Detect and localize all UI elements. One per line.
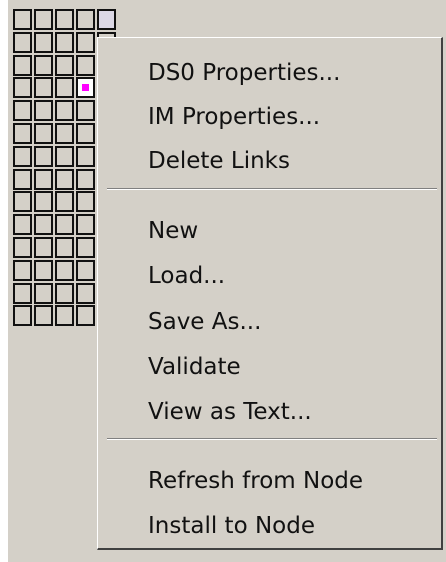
- grid-cell[interactable]: [13, 168, 32, 190]
- grid-cell[interactable]: [55, 123, 74, 144]
- menu-item-label: Delete Links: [148, 148, 290, 174]
- grid-cell[interactable]: [55, 77, 74, 99]
- grid-cell[interactable]: [55, 9, 74, 30]
- grid-cell[interactable]: [34, 77, 53, 99]
- menu-item-label: IM Properties...: [148, 104, 321, 130]
- menu-item-ds0-properties[interactable]: DS0 Properties...: [98, 50, 438, 94]
- menu-item-delete-links[interactable]: Delete Links: [98, 138, 438, 182]
- grid-cell[interactable]: [13, 77, 32, 99]
- grid-cell[interactable]: [76, 305, 95, 327]
- grid-cell[interactable]: [76, 259, 95, 281]
- menu-item-view-as-text[interactable]: View as Text...: [98, 389, 438, 433]
- grid-cell[interactable]: [55, 259, 74, 281]
- grid-cell[interactable]: [76, 237, 95, 258]
- grid-cell[interactable]: [34, 214, 53, 236]
- grid-cell[interactable]: [76, 191, 95, 213]
- grid-cell[interactable]: [55, 237, 74, 258]
- grid-cell[interactable]: [13, 100, 32, 122]
- menu-item-label: View as Text...: [148, 399, 312, 425]
- grid-cell[interactable]: [55, 145, 74, 167]
- grid-cell[interactable]: [13, 9, 32, 30]
- menu-separator: [107, 438, 437, 440]
- menu-item-save-as[interactable]: Save As...: [98, 299, 438, 343]
- menu-item-label: Save As...: [148, 309, 262, 335]
- context-menu: DS0 Properties... IM Properties... Delet…: [97, 37, 443, 550]
- grid-cell[interactable]: [55, 54, 74, 76]
- menu-item-label: Validate: [148, 354, 241, 380]
- grid-cell[interactable]: [13, 237, 32, 258]
- menu-item-label: DS0 Properties...: [148, 60, 341, 86]
- selection-marker-icon: [82, 84, 89, 92]
- grid-cell[interactable]: [34, 123, 53, 144]
- grid-cell[interactable]: [76, 9, 95, 30]
- grid-cell[interactable]: [55, 214, 74, 236]
- menu-item-load[interactable]: Load...: [98, 253, 438, 297]
- grid-cell[interactable]: [76, 282, 95, 304]
- grid-cell[interactable]: [76, 214, 95, 236]
- grid-cell[interactable]: [55, 31, 74, 53]
- grid-cell[interactable]: [34, 305, 53, 327]
- menu-item-refresh-from-node[interactable]: Refresh from Node: [98, 458, 438, 502]
- grid-cell[interactable]: [34, 145, 53, 167]
- menu-item-label: Install to Node: [148, 513, 315, 539]
- grid-cell[interactable]: [55, 100, 74, 122]
- menu-item-new[interactable]: New: [98, 208, 438, 252]
- grid-cell[interactable]: [76, 145, 95, 167]
- menu-item-label: Refresh from Node: [148, 468, 364, 494]
- grid-cell[interactable]: [34, 259, 53, 281]
- grid-cell[interactable]: [13, 305, 32, 327]
- grid-cell[interactable]: [76, 168, 95, 190]
- menu-item-im-properties[interactable]: IM Properties...: [98, 94, 438, 138]
- menu-item-label: Load...: [148, 263, 226, 289]
- grid-cell[interactable]: [55, 282, 74, 304]
- menu-item-install-to-node[interactable]: Install to Node: [98, 503, 438, 547]
- menu-separator: [107, 188, 437, 190]
- grid-cell[interactable]: [34, 9, 53, 30]
- grid-cell[interactable]: [13, 282, 32, 304]
- grid-cell[interactable]: [97, 9, 116, 30]
- grid-cell[interactable]: [76, 123, 95, 144]
- grid-cell[interactable]: [55, 305, 74, 327]
- grid-cell[interactable]: [55, 191, 74, 213]
- grid-cell[interactable]: [13, 214, 32, 236]
- grid-cell-selected[interactable]: [76, 77, 95, 99]
- grid-cell[interactable]: [55, 168, 74, 190]
- grid-cell[interactable]: [34, 100, 53, 122]
- grid-cell[interactable]: [76, 100, 95, 122]
- grid-cell[interactable]: [34, 54, 53, 76]
- grid-cell[interactable]: [34, 237, 53, 258]
- grid-cell[interactable]: [34, 191, 53, 213]
- grid-cell[interactable]: [13, 191, 32, 213]
- grid-cell[interactable]: [76, 54, 95, 76]
- grid-cell[interactable]: [13, 259, 32, 281]
- screenshot-canvas: DS0 Properties... IM Properties... Delet…: [0, 0, 446, 562]
- grid-cell[interactable]: [34, 168, 53, 190]
- grid-cell[interactable]: [13, 54, 32, 76]
- grid-cell[interactable]: [13, 145, 32, 167]
- grid-cell[interactable]: [34, 282, 53, 304]
- menu-item-label: New: [148, 218, 199, 244]
- grid-cell[interactable]: [13, 31, 32, 53]
- grid-cell[interactable]: [76, 31, 95, 53]
- grid-cell[interactable]: [34, 31, 53, 53]
- menu-item-validate[interactable]: Validate: [98, 344, 438, 388]
- grid-cell[interactable]: [13, 123, 32, 144]
